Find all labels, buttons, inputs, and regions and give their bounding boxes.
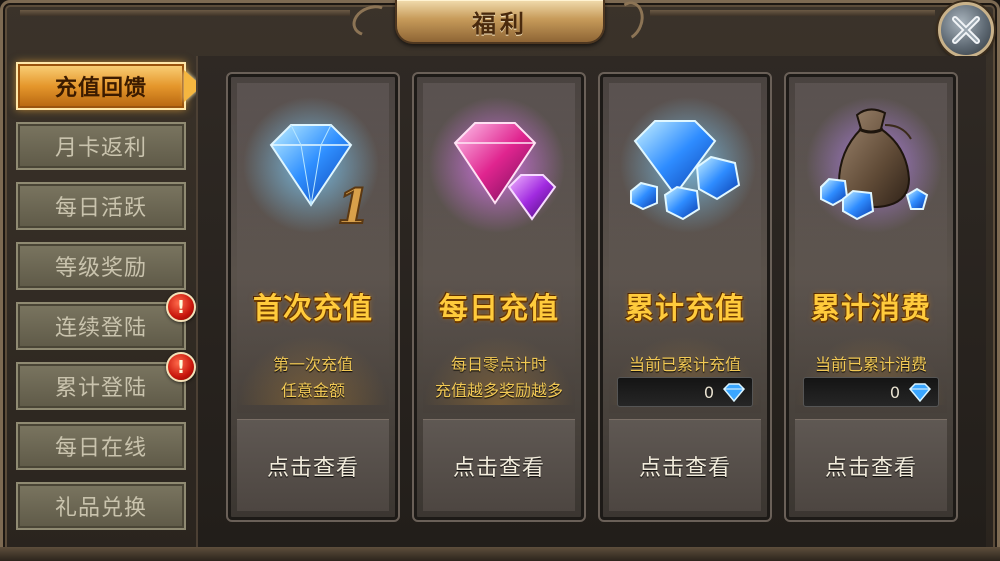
sidebar: 充值回馈 月卡返利 每日活跃 等级奖励 连续登陆 ! 累计登陆 ! 每日在线 礼… (12, 58, 212, 548)
sidebar-item-daily-online[interactable]: 每日在线 (16, 422, 186, 470)
card-desc-line1: 每日零点计时 (450, 355, 547, 374)
card-daily-recharge[interactable]: 每日充值 每日零点计时 充值越多奖励越多 点击查看 (412, 72, 586, 522)
sidebar-item-daily-active[interactable]: 每日活跃 (16, 182, 186, 230)
card-cumulative-spending[interactable]: 累计消费 当前已累计消费 0 点击查看 (784, 72, 958, 522)
card-title: 累计充值 (624, 291, 745, 325)
pink-diamonds-icon (427, 95, 577, 245)
card-footer: 点击查看 (237, 419, 389, 511)
sidebar-item-label: 连续登陆 (54, 316, 147, 341)
notification-badge: ! (166, 352, 196, 382)
close-button[interactable] (938, 2, 994, 58)
sidebar-item-label: 等级奖励 (54, 256, 147, 281)
card-title: 首次充值 (252, 291, 373, 325)
sidebar-item-cumulative-login[interactable]: 累计登陆 ! (16, 352, 196, 410)
view-details-button[interactable]: 点击查看 (825, 450, 917, 482)
top-border-left (20, 10, 350, 16)
view-details-button[interactable]: 点击查看 (267, 450, 359, 482)
blue-diamond-number-one-icon: 1 (241, 95, 391, 245)
close-x-icon (952, 16, 980, 44)
view-details-button[interactable]: 点击查看 (639, 450, 731, 482)
sidebar-item-label: 礼品兑换 (54, 496, 147, 521)
card-cumulative-recharge[interactable]: 累计充值 当前已累计充值 0 点击查看 (598, 72, 772, 522)
recharge-total-display: 0 (617, 377, 753, 407)
sidebar-item-label: 充值回馈 (54, 76, 147, 101)
card-footer: 点击查看 (609, 419, 761, 511)
bottom-border (0, 547, 1000, 561)
notification-badge: ! (166, 292, 196, 322)
view-details-button[interactable]: 点击查看 (453, 450, 545, 482)
sidebar-item-level-rewards[interactable]: 等级奖励 (16, 242, 186, 290)
sidebar-item-label: 每日活跃 (54, 196, 147, 221)
spending-total-value: 0 (889, 382, 900, 402)
card-desc-line2: 充值越多奖励越多 (434, 381, 563, 400)
card-title: 累计消费 (810, 291, 931, 325)
sidebar-item-gift-exchange[interactable]: 礼品兑换 (16, 482, 186, 530)
content-panel: 1 首次充值 第一次充值 任意金额 点击查看 每日充值 每日零点计时 充值越多奖… (196, 56, 986, 548)
recharge-total-value: 0 (703, 382, 714, 402)
card-footer: 点击查看 (795, 419, 947, 511)
top-border-right (650, 10, 935, 16)
sidebar-item-monthly-card[interactable]: 月卡返利 (16, 122, 186, 170)
sidebar-item-label: 月卡返利 (54, 136, 147, 161)
sidebar-item-recharge-rewards[interactable]: 充值回馈 (16, 62, 186, 110)
diamond-icon (722, 383, 746, 402)
diamond-icon (908, 383, 932, 402)
card-desc-line1: 当前已累计消费 (814, 355, 927, 374)
card-first-recharge[interactable]: 1 首次充值 第一次充值 任意金额 点击查看 (226, 72, 400, 522)
sidebar-item-label: 每日在线 (54, 436, 147, 461)
svg-text:1: 1 (337, 179, 370, 235)
card-desc-line1: 第一次充值 (272, 355, 353, 374)
sidebar-item-label: 累计登陆 (54, 376, 147, 401)
title-plaque: 福利 (395, 0, 605, 44)
card-desc-line1: 当前已累计充值 (628, 355, 741, 374)
blue-diamond-pile-icon (613, 95, 763, 245)
sidebar-item-consecutive-login[interactable]: 连续登陆 ! (16, 292, 196, 350)
spending-total-display: 0 (803, 377, 939, 407)
money-bag-diamonds-icon (799, 95, 949, 245)
window-title: 福利 (472, 9, 528, 38)
card-desc-line2: 任意金额 (280, 381, 345, 400)
card-title: 每日充值 (438, 291, 559, 325)
card-footer: 点击查看 (423, 419, 575, 511)
